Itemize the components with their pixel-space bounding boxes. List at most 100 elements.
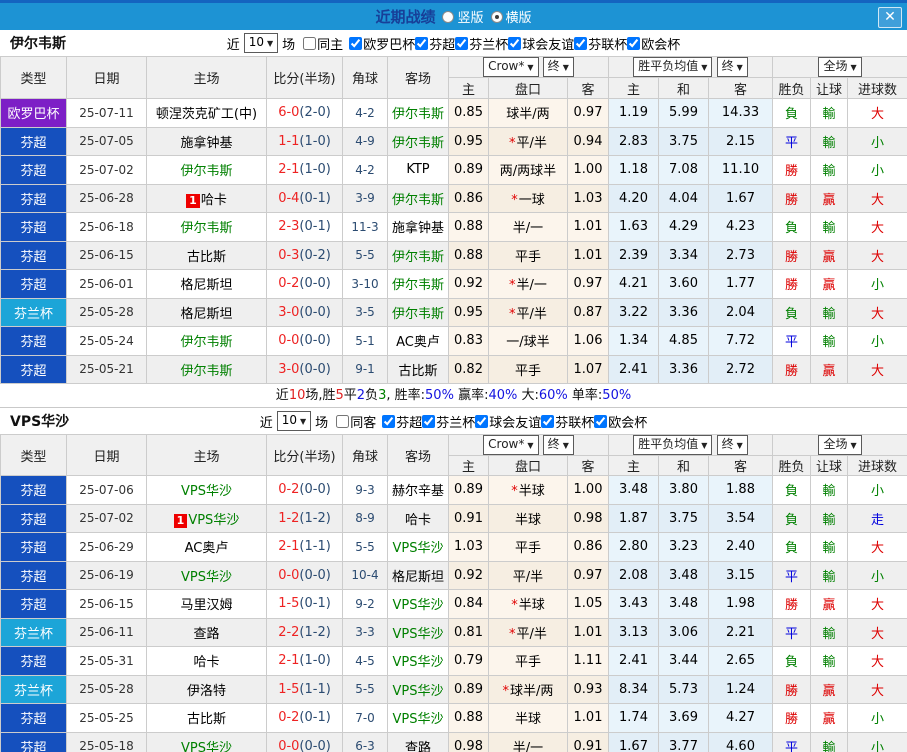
checkbox-icon[interactable] <box>415 36 429 50</box>
goals-result-cell-text: 大 <box>871 107 885 123</box>
away-team-name: 赫尔辛基 <box>391 484 444 500</box>
match-count-dropdown[interactable]: 10 ▼ <box>276 411 312 431</box>
league-filter-checkbox[interactable]: 芬联杯 <box>541 412 594 431</box>
home-team-cell: 伊尔韦斯 <box>146 326 267 356</box>
home-odds-cell: 0.89 <box>448 475 489 505</box>
scope-dropdown[interactable]: 全场 ▼ <box>818 435 862 455</box>
wdl-result-cell: 勝 <box>772 354 812 384</box>
home-team-cell: 伊尔韦斯 <box>146 354 267 384</box>
checkbox-icon[interactable] <box>455 36 469 50</box>
wdl-result-cell-text: 負 <box>785 512 799 528</box>
checkbox-icon[interactable] <box>303 36 317 50</box>
away-team-cell: AC奥卢 <box>387 326 449 356</box>
match-count-dropdown[interactable]: 10 ▼ <box>243 33 279 53</box>
odds-stage-dropdown[interactable]: 终 ▼ <box>542 57 574 77</box>
league-filter-group: 欧罗巴杯 芬超 芬兰杯 球会友谊 芬联杯 欧会杯 <box>349 34 680 53</box>
radio-checked-icon[interactable] <box>490 10 503 23</box>
checkbox-icon[interactable] <box>336 414 350 428</box>
avg-stage-dropdown[interactable]: 终 ▼ <box>716 57 748 77</box>
home-odds-cell: 0.83 <box>448 326 489 356</box>
home-team-name: 格尼斯坦 <box>180 278 233 294</box>
avg-dropdown[interactable]: 胜平负均值 ▼ <box>633 57 713 77</box>
league-filter-checkbox[interactable]: 欧会杯 <box>627 34 680 53</box>
handicap-result-cell: 輸 <box>810 297 849 327</box>
home-odds-cell: 0.92 <box>448 269 489 299</box>
checkbox-icon[interactable] <box>594 414 608 428</box>
avg-lose-cell: 2.21 <box>707 617 774 647</box>
league-filter-label: 欧会杯 <box>641 37 681 53</box>
goals-result-cell-text: 小 <box>871 278 885 294</box>
handicap-text: 平手 <box>514 363 541 379</box>
league-filter-checkbox[interactable]: 芬兰杯 <box>422 412 475 431</box>
same-venue-checkbox[interactable]: 同主 <box>303 34 343 53</box>
radio-unchecked-icon[interactable] <box>442 10 455 23</box>
league-filter-checkbox[interactable]: 芬超 <box>382 412 422 431</box>
table-row: 芬超 25-05-18 VPS华沙 0-0(0-0) 6-3 查路 0.98 半/一 0.91 1… <box>0 731 907 752</box>
league-cell: 欧罗巴杯 <box>0 98 67 128</box>
radio-vertical-layout[interactable]: 竖版 <box>442 7 484 26</box>
score-cell: 0-0(0-0) <box>266 731 343 752</box>
avg-draw-cell: 3.34 <box>658 240 709 270</box>
away-odds-cell: 0.91 <box>567 731 609 752</box>
league-filter-checkbox[interactable]: 球会友谊 <box>508 34 574 53</box>
checkbox-icon[interactable] <box>541 414 555 428</box>
sub-goals: 进球数 <box>847 455 907 476</box>
checkbox-icon[interactable] <box>508 36 522 50</box>
odds-source-dropdown[interactable]: Crow* ▼ <box>483 57 539 77</box>
odds-stage-dropdown[interactable]: 终 ▼ <box>542 435 574 455</box>
checkbox-icon[interactable] <box>382 414 396 428</box>
league-filter-checkbox[interactable]: 球会友谊 <box>475 412 541 431</box>
league-filter-checkbox[interactable]: 芬兰杯 <box>455 34 508 53</box>
avg-draw-cell: 3.36 <box>658 354 709 384</box>
close-icon[interactable]: ✕ <box>878 7 902 28</box>
handicap-result-cell: 贏 <box>810 589 849 619</box>
handicap-result-cell-text: 輸 <box>822 512 836 528</box>
league-filter-checkbox[interactable]: 欧罗巴杯 <box>349 34 415 53</box>
goals-result-cell-text: 大 <box>871 655 885 671</box>
summary-segment: 40% <box>488 388 518 403</box>
handicap-result-cell: 輸 <box>810 475 849 505</box>
avg-lose-cell: 11.10 <box>707 155 774 185</box>
odds-source-dropdown[interactable]: Crow* ▼ <box>483 435 539 455</box>
same-venue-checkbox[interactable]: 同客 <box>336 412 376 431</box>
wdl-result-cell: 負 <box>772 297 812 327</box>
home-team-cell: 古比斯 <box>146 703 267 733</box>
avg-stage-dropdown[interactable]: 终 ▼ <box>716 435 748 455</box>
away-team-name: 查路 <box>404 740 431 752</box>
handicap-result-cell: 贏 <box>810 240 849 270</box>
checkbox-icon[interactable] <box>574 36 588 50</box>
checkbox-icon[interactable] <box>422 414 436 428</box>
checkbox-icon[interactable] <box>349 36 363 50</box>
avg-win-cell: 2.08 <box>608 560 659 590</box>
league-filter-checkbox[interactable]: 芬联杯 <box>574 34 627 53</box>
home-team-name: 格尼斯坦 <box>180 306 233 322</box>
fulltime-score: 1-5 <box>278 681 300 697</box>
home-team-name: 查路 <box>193 626 220 642</box>
radio-horizontal-layout[interactable]: 横版 <box>490 7 532 26</box>
checkbox-icon[interactable] <box>627 36 641 50</box>
score-cell: 1-1(1-0) <box>266 126 343 156</box>
halftime-score: (1-2) <box>299 624 331 640</box>
scope-dropdown[interactable]: 全场 ▼ <box>818 57 862 77</box>
handicap-text: 球半/两 <box>510 683 554 699</box>
goals-result-cell-text: 小 <box>871 712 885 728</box>
home-team-cell: VPS华沙 <box>146 560 267 590</box>
goals-result-cell: 小 <box>847 126 907 156</box>
avg-dropdown[interactable]: 胜平负均值 ▼ <box>633 435 713 455</box>
away-team-cell: 古比斯 <box>387 354 449 384</box>
away-odds-cell: 1.11 <box>567 646 609 676</box>
wdl-result-cell-text: 負 <box>785 655 799 671</box>
date-cell: 25-06-29 <box>66 532 147 562</box>
away-team-name: VPS华沙 <box>392 541 444 557</box>
home-team-name: 伊洛特 <box>186 683 226 699</box>
avg-win-cell: 1.34 <box>608 326 659 356</box>
table-row: 芬超 25-07-06 VPS华沙 0-2(0-0) 9-3 赫尔辛基 0.89 *半球 1.0… <box>0 475 907 505</box>
league-filter-checkbox[interactable]: 欧会杯 <box>594 412 647 431</box>
league-filter-checkbox[interactable]: 芬超 <box>415 34 455 53</box>
goals-result-cell-text: 大 <box>871 598 885 614</box>
checkbox-icon[interactable] <box>475 414 489 428</box>
handicap-cell: 两/两球半 <box>488 155 568 185</box>
away-team-cell: 格尼斯坦 <box>387 560 449 590</box>
handicap-text: 半球 <box>514 712 541 728</box>
fulltime-score: 6-0 <box>278 105 300 121</box>
